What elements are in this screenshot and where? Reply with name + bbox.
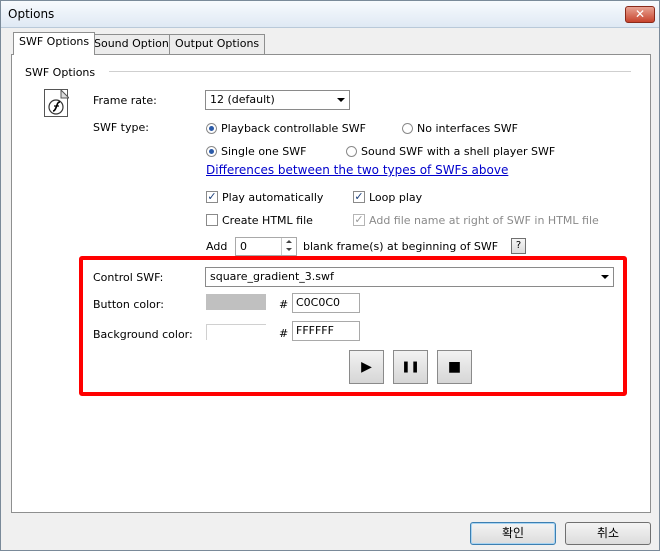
- control-swf-label: Control SWF:: [93, 271, 164, 284]
- options-dialog: Options ✕ SWF Options Sound Options Outp…: [0, 0, 660, 551]
- cancel-button[interactable]: 취소: [565, 522, 651, 545]
- group-divider: [109, 71, 631, 72]
- control-swf-select[interactable]: square_gradient_3.swf: [205, 267, 614, 287]
- radio-single-swf-label[interactable]: Single one SWF: [221, 145, 306, 158]
- stepper-up-icon[interactable]: [282, 238, 296, 246]
- blank-frames-prefix: Add: [206, 240, 228, 253]
- chevron-down-icon: [337, 98, 345, 102]
- loop-play-checkbox[interactable]: ✓: [353, 191, 365, 203]
- background-color-value: FFFFFF: [296, 324, 334, 337]
- background-color-label: Background color:: [93, 328, 193, 341]
- help-button[interactable]: ?: [511, 238, 526, 254]
- loop-play-label[interactable]: Loop play: [369, 191, 422, 204]
- frame-rate-value: 12 (default): [210, 93, 275, 106]
- add-file-name-label: Add file name at right of SWF in HTML fi…: [369, 214, 599, 227]
- title-bar: Options ✕: [1, 1, 659, 28]
- blank-frames-stepper[interactable]: 0: [235, 237, 297, 256]
- control-swf-value: square_gradient_3.swf: [210, 270, 334, 283]
- stepper-down-icon[interactable]: [282, 246, 296, 254]
- tab-sound-options[interactable]: Sound Options: [88, 34, 181, 54]
- blank-frames-suffix: blank frame(s) at beginning of SWF: [303, 240, 499, 253]
- radio-playback-controllable-label[interactable]: Playback controllable SWF: [221, 122, 366, 135]
- button-color-input[interactable]: C0C0C0: [292, 293, 360, 313]
- stop-button[interactable]: ■: [437, 350, 472, 384]
- radio-sound-shell-label[interactable]: Sound SWF with a shell player SWF: [361, 145, 555, 158]
- blank-frames-value: 0: [240, 240, 247, 253]
- create-html-checkbox[interactable]: [206, 214, 218, 226]
- pause-button[interactable]: ❚❚: [393, 350, 428, 384]
- stepper-buttons[interactable]: [281, 238, 296, 255]
- chevron-down-icon: [601, 275, 609, 279]
- tab-output-options[interactable]: Output Options: [169, 34, 266, 54]
- button-color-value: C0C0C0: [296, 296, 341, 309]
- button-color-label: Button color:: [93, 298, 164, 311]
- window-title: Options: [8, 7, 55, 21]
- radio-playback-controllable[interactable]: [206, 123, 217, 134]
- radio-no-interfaces[interactable]: [402, 123, 413, 134]
- button-color-swatch[interactable]: [206, 294, 266, 310]
- frame-rate-label: Frame rate:: [93, 94, 157, 107]
- radio-sound-shell[interactable]: [346, 146, 357, 157]
- create-html-label[interactable]: Create HTML file: [222, 214, 313, 227]
- swf-types-help-link[interactable]: Differences between the two types of SWF…: [206, 163, 508, 177]
- swf-file-icon: [44, 89, 69, 117]
- close-button[interactable]: ✕: [625, 6, 655, 23]
- background-color-swatch[interactable]: [206, 324, 266, 340]
- ok-button[interactable]: 확인: [470, 522, 556, 545]
- group-label: SWF Options: [25, 66, 96, 79]
- play-button[interactable]: ▶: [349, 350, 384, 384]
- background-color-input[interactable]: FFFFFF: [292, 321, 360, 341]
- background-color-hash: #: [279, 327, 289, 340]
- radio-no-interfaces-label[interactable]: No interfaces SWF: [417, 122, 518, 135]
- add-file-name-checkbox[interactable]: ✓: [353, 214, 365, 226]
- frame-rate-select[interactable]: 12 (default): [205, 90, 350, 110]
- radio-single-swf[interactable]: [206, 146, 217, 157]
- tab-swf-options[interactable]: SWF Options: [13, 32, 96, 55]
- play-automatically-label[interactable]: Play automatically: [222, 191, 323, 204]
- swf-type-label: SWF type:: [93, 121, 149, 134]
- play-automatically-checkbox[interactable]: ✓: [206, 191, 218, 203]
- button-color-hash: #: [279, 298, 289, 311]
